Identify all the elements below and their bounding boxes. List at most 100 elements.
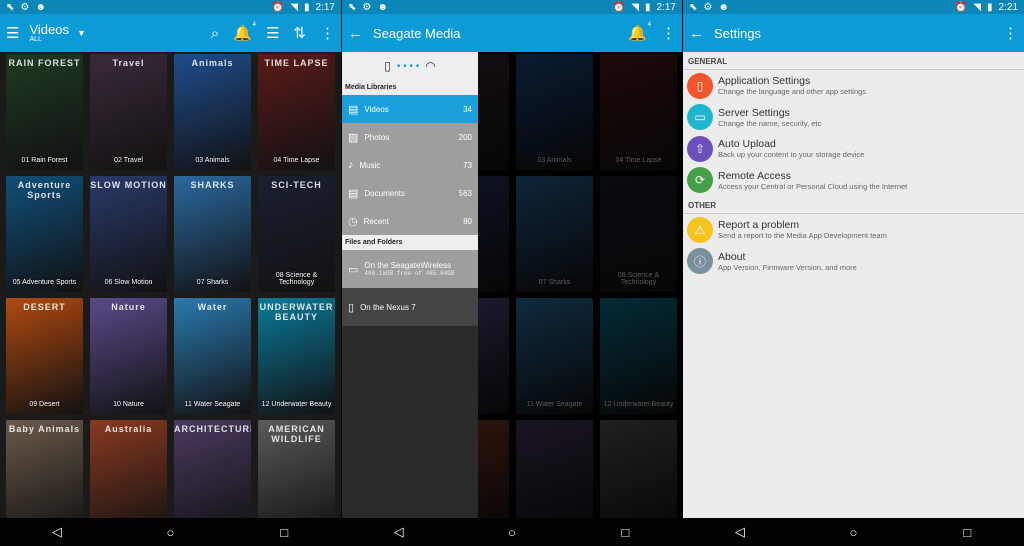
drawer-item-videos[interactable]: ▤ Videos 34 (342, 95, 478, 123)
tile-art-text: Baby Animals (8, 424, 81, 434)
sort-icon[interactable]: ⇅ (293, 24, 306, 42)
tile-art-text: SHARKS (190, 180, 235, 190)
overflow-menu-icon[interactable]: ⋮ (1003, 24, 1018, 42)
video-tile[interactable]: UNDERWATER BEAUTY 12 Underwater Beauty (258, 298, 335, 414)
video-tile[interactable]: 03 Animals (516, 54, 593, 170)
video-tile[interactable]: Adventure Sports 05 Adventure Sports (6, 176, 83, 292)
page-subtitle: ALL (29, 36, 42, 43)
chevron-down-icon[interactable]: ▼ (77, 28, 86, 38)
settings-item-auto-upload[interactable]: ⇧ Auto Upload Back up your content to your… (683, 133, 1024, 165)
video-tile[interactable]: 04 Time Lapse (600, 54, 677, 170)
video-tile[interactable]: 08 Science & Technology (600, 176, 677, 292)
android-icon: ☻ (35, 1, 46, 13)
search-icon[interactable]: ⌕ (211, 25, 219, 42)
settings-item-title: Report a problem (718, 219, 800, 232)
tile-art-text: Water (197, 302, 228, 312)
tile-art-text: DESERT (23, 302, 66, 312)
videos-screen: ⬉ ⚙ ☻ ⏰ ◥ ▮ 2:17 ☰ Videos ALL ▼ ⌕ 🔔 4 ☰ ⇅ ⋮ RA… (0, 0, 341, 546)
video-tile[interactable]: AMERICAN WILDLIFE16 American Wildlife (258, 420, 335, 518)
notification-bell-icon[interactable]: 🔔 4 (233, 22, 256, 42)
settings-item-report-a-problem[interactable]: ⚠ Report a problem Send a report to the Me… (683, 214, 1024, 246)
nav-back-icon[interactable]: ◁ (42, 524, 72, 540)
nav-home-icon[interactable]: ○ (838, 525, 868, 540)
menu-icon[interactable]: ☰ (6, 24, 19, 42)
drawer-item-music[interactable]: ♪ Music 73 (342, 151, 478, 179)
tile-label: 03 Animals (537, 157, 572, 164)
video-tile[interactable]: SHARKS 07 Sharks (174, 176, 251, 292)
phone-icon: ▯ (687, 72, 713, 99)
film-icon: ▤ (348, 103, 359, 116)
drawer-item-recent[interactable]: ◷ Recent 80 (342, 207, 478, 235)
file-source-label: On the SeagateWireless (364, 261, 452, 270)
tile-label: 06 Slow Motion (104, 279, 153, 286)
page-title: Seagate Media (373, 25, 461, 41)
video-tile[interactable]: DESERT 09 Desert (6, 298, 83, 414)
video-tile[interactable]: RAIN FOREST 01 Rain Forest (6, 54, 83, 170)
drawer-item-documents[interactable]: ▤ Documents 563 (342, 179, 478, 207)
video-tile[interactable]: 07 Sharks (516, 176, 593, 292)
notification-bell-icon[interactable]: 🔔 4 (628, 22, 651, 42)
drawer-item-count: 200 (458, 132, 472, 142)
drawer-item-count: 80 (463, 216, 472, 226)
tile-art-text: ARCHITECTURE (174, 424, 251, 434)
video-tile[interactable]: TIME LAPSE 04 Time Lapse (258, 54, 335, 170)
tile-art-text: Animals (191, 58, 234, 68)
video-tile[interactable]: 11 Water Seagate (516, 298, 593, 414)
library-selector[interactable]: Videos ALL (29, 23, 69, 43)
settings-item-desc: App Version, Firmware Version, and more (718, 262, 857, 272)
wifi-icon: ◥ (290, 1, 299, 13)
tile-art-text: SLOW MOTION (90, 180, 167, 190)
battery-icon: ▮ (304, 1, 310, 13)
settings-item-desc: Change the language and other app settin… (718, 87, 867, 97)
video-tile[interactable]: Water 11 Water Seagate (174, 298, 251, 414)
drawer-item-count: 73 (463, 160, 472, 170)
drawer-file-source[interactable]: ▭ On the SeagateWireless 460.16GB free of … (342, 250, 478, 288)
back-arrow-icon[interactable]: ← (348, 25, 363, 42)
video-tile[interactable]: 16 American Wildlife (600, 420, 677, 518)
nav-back-icon[interactable]: ◁ (725, 524, 755, 540)
video-tile[interactable]: Australia14 Australia (90, 420, 167, 518)
overflow-menu-icon[interactable]: ⋮ (320, 24, 335, 42)
nav-home-icon[interactable]: ○ (155, 525, 185, 540)
settings-item-remote-access[interactable]: ⟳ Remote Access Access your Central or Per… (683, 165, 1024, 197)
video-tile[interactable]: Animals 03 Animals (174, 54, 251, 170)
warning-icon: ⚠ (687, 216, 713, 243)
tile-art-text: SCI-TECH (271, 180, 322, 190)
video-tile[interactable]: 12 Underwater Beauty (600, 298, 677, 414)
settings-item-application-settings[interactable]: ▯ Application Settings Change the language… (683, 70, 1024, 102)
settings-item-about[interactable]: ⓘ About App Version, Firmware Version, and… (683, 246, 1024, 278)
tile-art-text: RAIN FOREST (8, 58, 81, 68)
tile-art-text: AMERICAN WILDLIFE (268, 424, 325, 444)
drawer-item-photos[interactable]: ▨ Photos 200 (342, 123, 478, 151)
video-tile[interactable]: SCI-TECH 08 Science & Technology (258, 176, 335, 292)
video-tile[interactable]: SLOW MOTION 06 Slow Motion (90, 176, 167, 292)
page-title: Videos (29, 22, 69, 37)
drawer-item-label: Videos (364, 104, 389, 114)
back-arrow-icon[interactable]: ← (689, 25, 704, 42)
nav-recents-icon[interactable]: □ (610, 525, 640, 540)
settings-status-icon: ⚙ (703, 1, 713, 13)
video-tile[interactable]: Baby Animals13 Baby Animals (6, 420, 83, 518)
nav-recents-icon[interactable]: □ (269, 525, 299, 540)
video-tile[interactable]: Nature 10 Nature (90, 298, 167, 414)
drawer-item-label: Photos (364, 132, 390, 142)
nav-back-icon[interactable]: ◁ (384, 524, 414, 540)
settings-item-server-settings[interactable]: ▭ Server Settings Change the name, securit… (683, 102, 1024, 134)
file-source-label: On the Nexus 7 (360, 302, 416, 312)
drawer-file-source[interactable]: ▯ On the Nexus 7 (342, 288, 478, 326)
clock-icon: ◷ (348, 215, 358, 228)
overflow-menu-icon[interactable]: ⋮ (661, 24, 676, 42)
video-grid: RAIN FOREST 01 Rain Forest Travel 02 Travel… (0, 52, 341, 518)
video-tile[interactable]: Travel 02 Travel (90, 54, 167, 170)
list-view-icon[interactable]: ☰ (266, 24, 279, 42)
nav-bar: ◁ ○ □ (683, 518, 1024, 546)
section-header-files: Files and Folders (342, 235, 478, 250)
video-tile[interactable]: ARCHITECTURE15 Architecture (174, 420, 251, 518)
android-icon: ☻ (718, 1, 729, 13)
nav-home-icon[interactable]: ○ (497, 525, 527, 540)
video-tile[interactable]: 15 Architecture (516, 420, 593, 518)
app-bar: ← Settings ⋮ (683, 14, 1024, 52)
app-bar: ☰ Videos ALL ▼ ⌕ 🔔 4 ☰ ⇅ ⋮ (0, 14, 341, 52)
tile-art-text: TIME LAPSE (264, 58, 329, 68)
nav-recents-icon[interactable]: □ (952, 525, 982, 540)
